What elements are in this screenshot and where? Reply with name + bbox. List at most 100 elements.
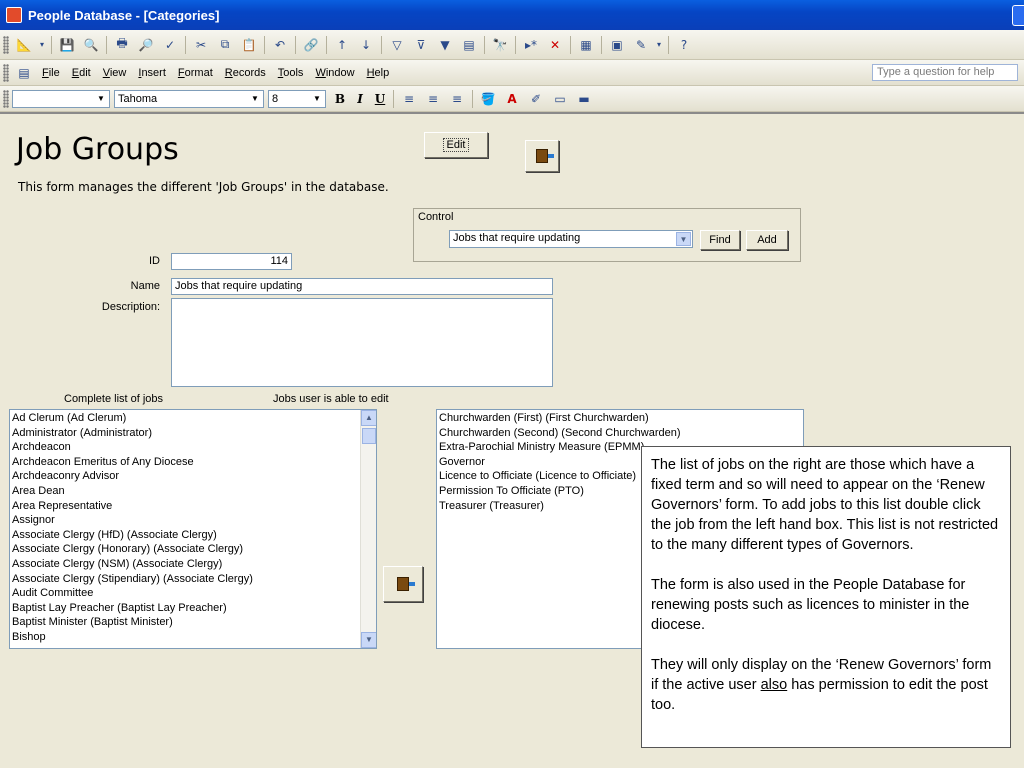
menu-insert[interactable]: Insert: [132, 67, 172, 79]
list-item[interactable]: Archdeaconry Advisor: [12, 469, 374, 484]
sort-descending-icon[interactable]: ↓: [356, 35, 376, 55]
menu-view[interactable]: View: [97, 67, 133, 79]
find-button[interactable]: Find: [700, 230, 740, 250]
advanced-filter-icon[interactable]: ▤: [459, 35, 479, 55]
copy-icon[interactable]: ⧉: [215, 35, 235, 55]
underline-button[interactable]: U: [370, 92, 390, 106]
bold-button[interactable]: B: [330, 92, 350, 106]
new-record-icon[interactable]: ▸*: [521, 35, 541, 55]
list-item[interactable]: Baptist Lay Preacher (Baptist Lay Preach…: [12, 601, 374, 616]
add-job-to-list-button[interactable]: [383, 566, 423, 602]
font-size-value: 8: [272, 92, 279, 105]
list-item[interactable]: Baptist Minister (Baptist Minister): [12, 615, 374, 630]
help-icon[interactable]: ?: [674, 35, 694, 55]
chevron-down-icon[interactable]: ▼: [676, 232, 691, 246]
sort-ascending-icon[interactable]: ↑: [332, 35, 352, 55]
delete-record-icon[interactable]: ✕: [545, 35, 565, 55]
scroll-up-icon[interactable]: ▲: [361, 410, 376, 426]
list-item[interactable]: Bishop: [12, 630, 374, 645]
list-item[interactable]: Associate Clergy (NSM) (Associate Clergy…: [12, 557, 374, 572]
dropdown-arrow-icon[interactable]: ▾: [38, 35, 46, 55]
filter-by-form-icon[interactable]: ⊽: [411, 35, 431, 55]
right-list-label: Jobs user is able to edit: [273, 393, 389, 405]
hyperlink-icon[interactable]: 🔗: [301, 35, 321, 55]
align-center-icon[interactable]: ≡: [423, 89, 443, 109]
list-item[interactable]: Area Dean: [12, 484, 374, 499]
apply-filter-icon[interactable]: ▼: [435, 35, 455, 55]
align-left-icon[interactable]: ≡: [399, 89, 419, 109]
menu-records[interactable]: Records: [219, 67, 272, 79]
menu-file[interactable]: File: [36, 67, 66, 79]
list-item[interactable]: Churchwarden (First) (First Churchwarden…: [439, 411, 801, 426]
name-field[interactable]: Jobs that require updating: [171, 278, 553, 295]
object-select[interactable]: ▼: [12, 89, 110, 108]
border-width-icon[interactable]: ▭: [550, 89, 570, 109]
list-item[interactable]: Assignor: [12, 513, 374, 528]
scroll-down-icon[interactable]: ▼: [361, 632, 376, 648]
chevron-down-icon[interactable]: ▼: [310, 92, 324, 106]
list-item[interactable]: Administrator (Administrator): [12, 426, 374, 441]
add-button[interactable]: Add: [746, 230, 788, 250]
font-select[interactable]: Tahoma ▼: [114, 89, 264, 108]
access-app-icon: [6, 7, 22, 23]
print-icon[interactable]: 🖶: [112, 35, 132, 55]
font-color-icon[interactable]: A: [502, 89, 522, 109]
description-label: Description:: [101, 301, 160, 313]
complete-jobs-list[interactable]: Ad Clerum (Ad Clerum) Administrator (Admi…: [9, 409, 377, 649]
description-field[interactable]: [171, 298, 553, 387]
callout-emphasis: also: [760, 677, 788, 693]
list-item[interactable]: Ad Clerum (Ad Clerum): [12, 411, 374, 426]
scroll-thumb[interactable]: [362, 428, 376, 444]
id-field[interactable]: 114: [171, 253, 292, 270]
list-item[interactable]: Archdeacon Emeritus of Any Diocese: [12, 455, 374, 470]
format-grip[interactable]: [3, 89, 9, 108]
form-icon[interactable]: ▤: [14, 63, 34, 83]
menu-help[interactable]: Help: [361, 67, 396, 79]
find-icon[interactable]: 🔭: [490, 35, 510, 55]
cut-icon[interactable]: ✂: [191, 35, 211, 55]
menu-format[interactable]: Format: [172, 67, 219, 79]
list-item[interactable]: Associate Clergy (Honorary) (Associate C…: [12, 542, 374, 557]
close-form-button[interactable]: [525, 140, 559, 172]
list-item[interactable]: Area Representative: [12, 499, 374, 514]
list-item[interactable]: Archdeacon: [12, 440, 374, 455]
complete-jobs-items: Ad Clerum (Ad Clerum) Administrator (Admi…: [12, 411, 374, 645]
fill-color-icon[interactable]: 🪣: [478, 89, 498, 109]
align-right-icon[interactable]: ≡: [447, 89, 467, 109]
chevron-down-icon[interactable]: ▼: [248, 92, 262, 106]
exit-door-icon: [536, 149, 554, 163]
page-subtitle: This form manages the different 'Job Gro…: [18, 180, 389, 194]
special-effect-icon[interactable]: ▬: [574, 89, 594, 109]
print-preview-icon[interactable]: 🔎: [136, 35, 156, 55]
list-item[interactable]: Associate Clergy (Stipendiary) (Associat…: [12, 572, 374, 587]
minimize-button[interactable]: [1012, 5, 1024, 26]
database-window-icon[interactable]: ▣: [607, 35, 627, 55]
list-item[interactable]: Audit Committee: [12, 586, 374, 601]
dropdown-arrow-icon[interactable]: ▾: [655, 35, 663, 55]
save-icon[interactable]: 💾: [57, 35, 77, 55]
menu-bar: ▤ File Edit View Insert Format Records T…: [0, 60, 1024, 86]
font-size-select[interactable]: 8 ▼: [268, 89, 326, 108]
new-object-icon[interactable]: ✎: [631, 35, 651, 55]
view-icon[interactable]: 📐: [14, 35, 34, 55]
spelling-icon[interactable]: ✓: [160, 35, 180, 55]
menu-edit[interactable]: Edit: [66, 67, 97, 79]
filter-by-selection-icon[interactable]: ▽: [387, 35, 407, 55]
paste-icon[interactable]: 📋: [239, 35, 259, 55]
list-item[interactable]: Associate Clergy (HfD) (Associate Clergy…: [12, 528, 374, 543]
undo-icon[interactable]: ↶: [270, 35, 290, 55]
left-list-scrollbar[interactable]: ▲ ▼: [360, 410, 376, 648]
chevron-down-icon[interactable]: ▼: [94, 92, 108, 106]
help-question-input[interactable]: Type a question for help: [872, 64, 1018, 81]
control-job-group-select[interactable]: Jobs that require updating ▼: [449, 230, 693, 248]
toolbar-grip[interactable]: [3, 35, 9, 54]
menu-window[interactable]: Window: [309, 67, 360, 79]
edit-button[interactable]: Edit: [424, 132, 488, 158]
list-item[interactable]: Churchwarden (Second) (Second Churchward…: [439, 426, 801, 441]
menu-grip[interactable]: [3, 63, 9, 82]
italic-button[interactable]: I: [350, 92, 370, 106]
search-files-icon[interactable]: 🔍: [81, 35, 101, 55]
properties-icon[interactable]: ▦: [576, 35, 596, 55]
menu-tools[interactable]: Tools: [272, 67, 310, 79]
line-color-icon[interactable]: ✐: [526, 89, 546, 109]
